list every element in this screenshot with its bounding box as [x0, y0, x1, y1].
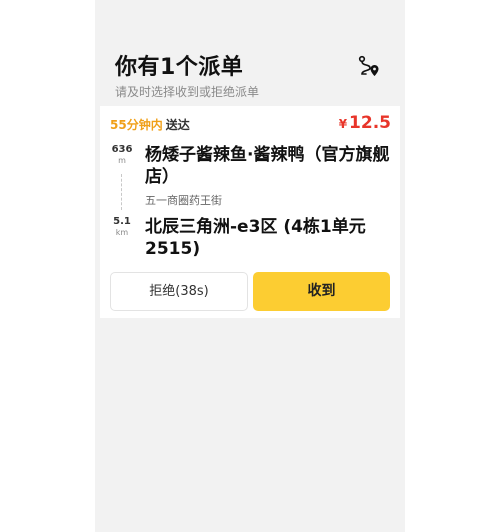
pickup-shop-name: 杨矮子酱辣鱼·酱辣鸭（官方旗舰店）: [145, 145, 390, 187]
route-map-pin-icon[interactable]: [357, 54, 381, 78]
pickup-address: 五一商圈药王街: [145, 194, 222, 207]
pickup-distance-unit: m: [118, 156, 126, 165]
route-connector-line: [121, 174, 122, 210]
dropoff-distance-value: 5.1: [113, 216, 131, 227]
eta-label: 送达: [165, 118, 190, 132]
delivery-eta: 55分钟内 送达: [110, 116, 190, 133]
reject-button[interactable]: 拒绝(38s): [110, 272, 248, 311]
page-header: 你有1个派单 请及时选择收到或拒绝派单: [95, 0, 405, 105]
order-price: ¥12.5: [339, 113, 391, 133]
dropoff-address: 北辰三角洲-e3区 (4栋1单元2515): [145, 217, 366, 259]
page-title: 你有1个派单: [115, 55, 244, 80]
page-subtitle: 请及时选择收到或拒绝派单: [115, 85, 260, 99]
dropoff-distance: 5.1 km: [108, 216, 136, 237]
phone-screen: 你有1个派单 请及时选择收到或拒绝派单 55分钟内 送达 ¥12.5 636 m …: [95, 0, 405, 532]
accept-button[interactable]: 收到: [253, 272, 390, 311]
price-value: 12.5: [349, 113, 391, 133]
pickup-distance: 636 m: [108, 144, 136, 165]
pickup-distance-value: 636: [111, 144, 133, 155]
order-card[interactable]: 55分钟内 送达 ¥12.5 636 m 5.1 km 杨矮子酱辣鱼·酱辣鸭（官方…: [100, 106, 400, 318]
dropoff-distance-unit: km: [115, 228, 129, 237]
eta-time: 55分钟内: [110, 118, 163, 132]
currency-symbol: ¥: [338, 117, 348, 131]
